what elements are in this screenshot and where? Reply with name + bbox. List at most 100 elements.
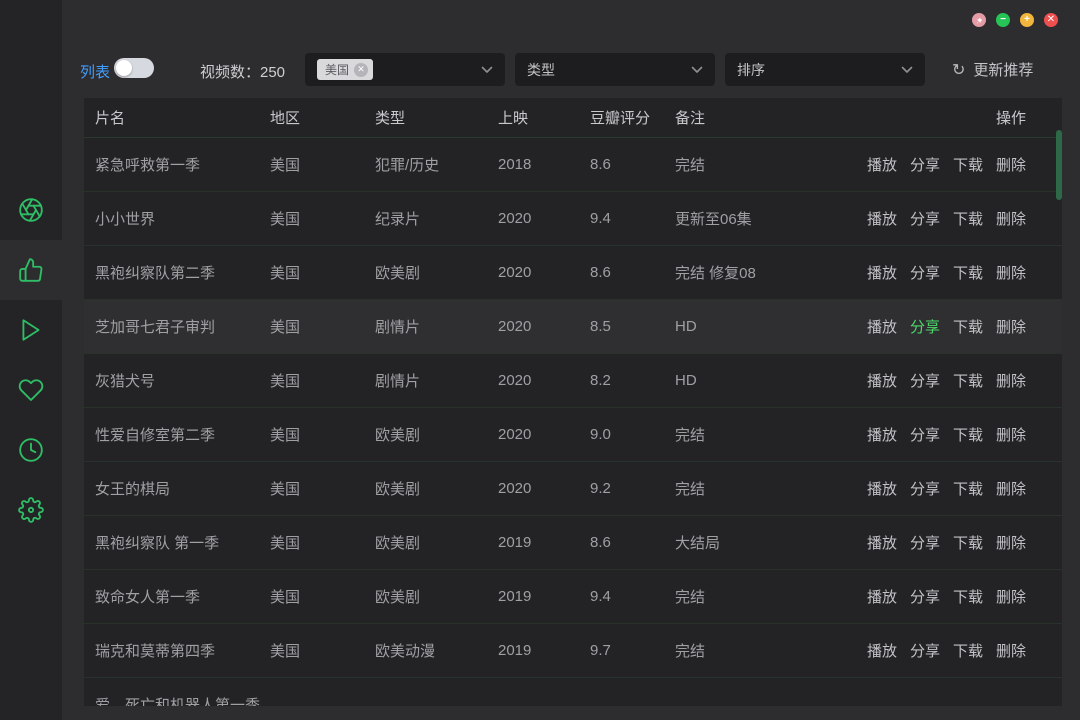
share-action[interactable]: 分享: [910, 532, 940, 553]
table-row-partial[interactable]: 爱，死亡和机器人第一季: [84, 678, 1062, 706]
delete-action[interactable]: 删除: [996, 262, 1026, 283]
download-action[interactable]: 下载: [953, 370, 983, 391]
type-select[interactable]: 类型: [515, 53, 715, 86]
row-actions: 播放分享下载删除: [856, 586, 1026, 607]
sidebar-item-history[interactable]: [0, 420, 62, 480]
share-action[interactable]: 分享: [910, 370, 940, 391]
pin-icon: [975, 16, 984, 25]
share-action[interactable]: 分享: [910, 316, 940, 337]
share-action[interactable]: 分享: [910, 208, 940, 229]
video-type: 剧情片: [375, 316, 498, 337]
delete-action[interactable]: 删除: [996, 640, 1026, 661]
sort-select[interactable]: 排序: [725, 53, 925, 86]
table-row[interactable]: 性爱自修室第二季美国欧美剧20209.0完结播放分享下载删除: [84, 408, 1062, 462]
row-actions: 播放分享下载删除: [856, 208, 1026, 229]
play-action[interactable]: 播放: [867, 424, 897, 445]
maximize-icon: +: [1024, 15, 1030, 25]
share-action[interactable]: 分享: [910, 154, 940, 175]
play-action[interactable]: 播放: [867, 586, 897, 607]
table-row[interactable]: 瑞克和莫蒂第四季美国欧美动漫20199.7完结播放分享下载删除: [84, 624, 1062, 678]
list-toggle[interactable]: [114, 58, 154, 78]
play-action[interactable]: 播放: [867, 478, 897, 499]
table-row[interactable]: 黑袍纠察队 第一季美国欧美剧20198.6大结局播放分享下载删除: [84, 516, 1062, 570]
sidebar-item-settings[interactable]: [0, 480, 62, 540]
play-action[interactable]: 播放: [867, 208, 897, 229]
download-action[interactable]: 下载: [953, 154, 983, 175]
sidebar-item-playing[interactable]: [0, 300, 62, 360]
table-row[interactable]: 紧急呼救第一季美国犯罪/历史20188.6完结播放分享下载删除: [84, 138, 1062, 192]
scrollbar-thumb[interactable]: [1056, 130, 1062, 200]
table-row[interactable]: 致命女人第一季美国欧美剧20199.4完结播放分享下载删除: [84, 570, 1062, 624]
share-action[interactable]: 分享: [910, 640, 940, 661]
video-note: 更新至06集: [675, 208, 856, 229]
col-note: 备注: [675, 107, 856, 128]
row-actions: 播放分享下载删除: [856, 424, 1026, 445]
table-row[interactable]: 黑袍纠察队第二季美国欧美剧20208.6完结 修复08播放分享下载删除: [84, 246, 1062, 300]
play-icon: [18, 317, 44, 343]
sidebar-item-discover[interactable]: [0, 180, 62, 240]
share-action[interactable]: 分享: [910, 262, 940, 283]
list-view-link[interactable]: 列表: [80, 61, 110, 82]
delete-action[interactable]: 删除: [996, 208, 1026, 229]
sidebar-item-recommend[interactable]: [0, 240, 62, 300]
share-action[interactable]: 分享: [910, 478, 940, 499]
refresh-recommend-button[interactable]: ↻ 更新推荐: [952, 59, 1033, 80]
chevron-down-icon: [901, 66, 913, 74]
row-actions: 播放分享下载删除: [856, 370, 1026, 391]
download-action[interactable]: 下载: [953, 424, 983, 445]
table-row[interactable]: 小小世界美国纪录片20209.4更新至06集播放分享下载删除: [84, 192, 1062, 246]
video-year: 2020: [498, 480, 590, 497]
video-title: 灰猎犬号: [95, 370, 270, 391]
play-action[interactable]: 播放: [867, 640, 897, 661]
toggle-knob: [116, 60, 132, 76]
play-action[interactable]: 播放: [867, 316, 897, 337]
download-action[interactable]: 下载: [953, 640, 983, 661]
video-region: 美国: [270, 316, 375, 337]
video-note: HD: [675, 318, 856, 335]
close-icon: ✕: [1047, 15, 1055, 25]
sidebar-item-favorites[interactable]: [0, 360, 62, 420]
video-note: 完结: [675, 424, 856, 445]
region-tag-label: 美国: [325, 61, 349, 78]
table-row[interactable]: 女王的棋局美国欧美剧20209.2完结播放分享下载删除: [84, 462, 1062, 516]
download-action[interactable]: 下载: [953, 208, 983, 229]
delete-action[interactable]: 删除: [996, 424, 1026, 445]
share-action[interactable]: 分享: [910, 424, 940, 445]
pin-window-button[interactable]: [972, 13, 986, 27]
video-rating: 8.2: [590, 372, 675, 389]
share-action[interactable]: 分享: [910, 586, 940, 607]
video-region: 美国: [270, 586, 375, 607]
region-select[interactable]: 美国 ✕: [305, 53, 505, 86]
play-action[interactable]: 播放: [867, 370, 897, 391]
tag-close-icon[interactable]: ✕: [354, 63, 368, 77]
col-title: 片名: [95, 107, 270, 128]
refresh-label: 更新推荐: [973, 59, 1033, 80]
download-action[interactable]: 下载: [953, 262, 983, 283]
download-action[interactable]: 下载: [953, 316, 983, 337]
play-action[interactable]: 播放: [867, 154, 897, 175]
maximize-button[interactable]: +: [1020, 13, 1034, 27]
download-action[interactable]: 下载: [953, 532, 983, 553]
video-rating: 8.6: [590, 156, 675, 173]
video-year: 2020: [498, 210, 590, 227]
delete-action[interactable]: 删除: [996, 154, 1026, 175]
delete-action[interactable]: 删除: [996, 316, 1026, 337]
delete-action[interactable]: 删除: [996, 478, 1026, 499]
col-region: 地区: [270, 107, 375, 128]
play-action[interactable]: 播放: [867, 262, 897, 283]
delete-action[interactable]: 删除: [996, 532, 1026, 553]
sort-select-placeholder: 排序: [737, 60, 765, 80]
table-row[interactable]: 灰猎犬号美国剧情片20208.2HD播放分享下载删除: [84, 354, 1062, 408]
delete-action[interactable]: 删除: [996, 370, 1026, 391]
video-title: 性爱自修室第二季: [95, 424, 270, 445]
delete-action[interactable]: 删除: [996, 586, 1026, 607]
download-action[interactable]: 下载: [953, 478, 983, 499]
thumbs-up-icon: [18, 257, 44, 283]
clock-icon: [18, 437, 44, 463]
close-button[interactable]: ✕: [1044, 13, 1058, 27]
minimize-button[interactable]: −: [996, 13, 1010, 27]
play-action[interactable]: 播放: [867, 532, 897, 553]
table-row[interactable]: 芝加哥七君子审判美国剧情片20208.5HD播放分享下载删除: [84, 300, 1062, 354]
download-action[interactable]: 下载: [953, 586, 983, 607]
video-region: 美国: [270, 154, 375, 175]
